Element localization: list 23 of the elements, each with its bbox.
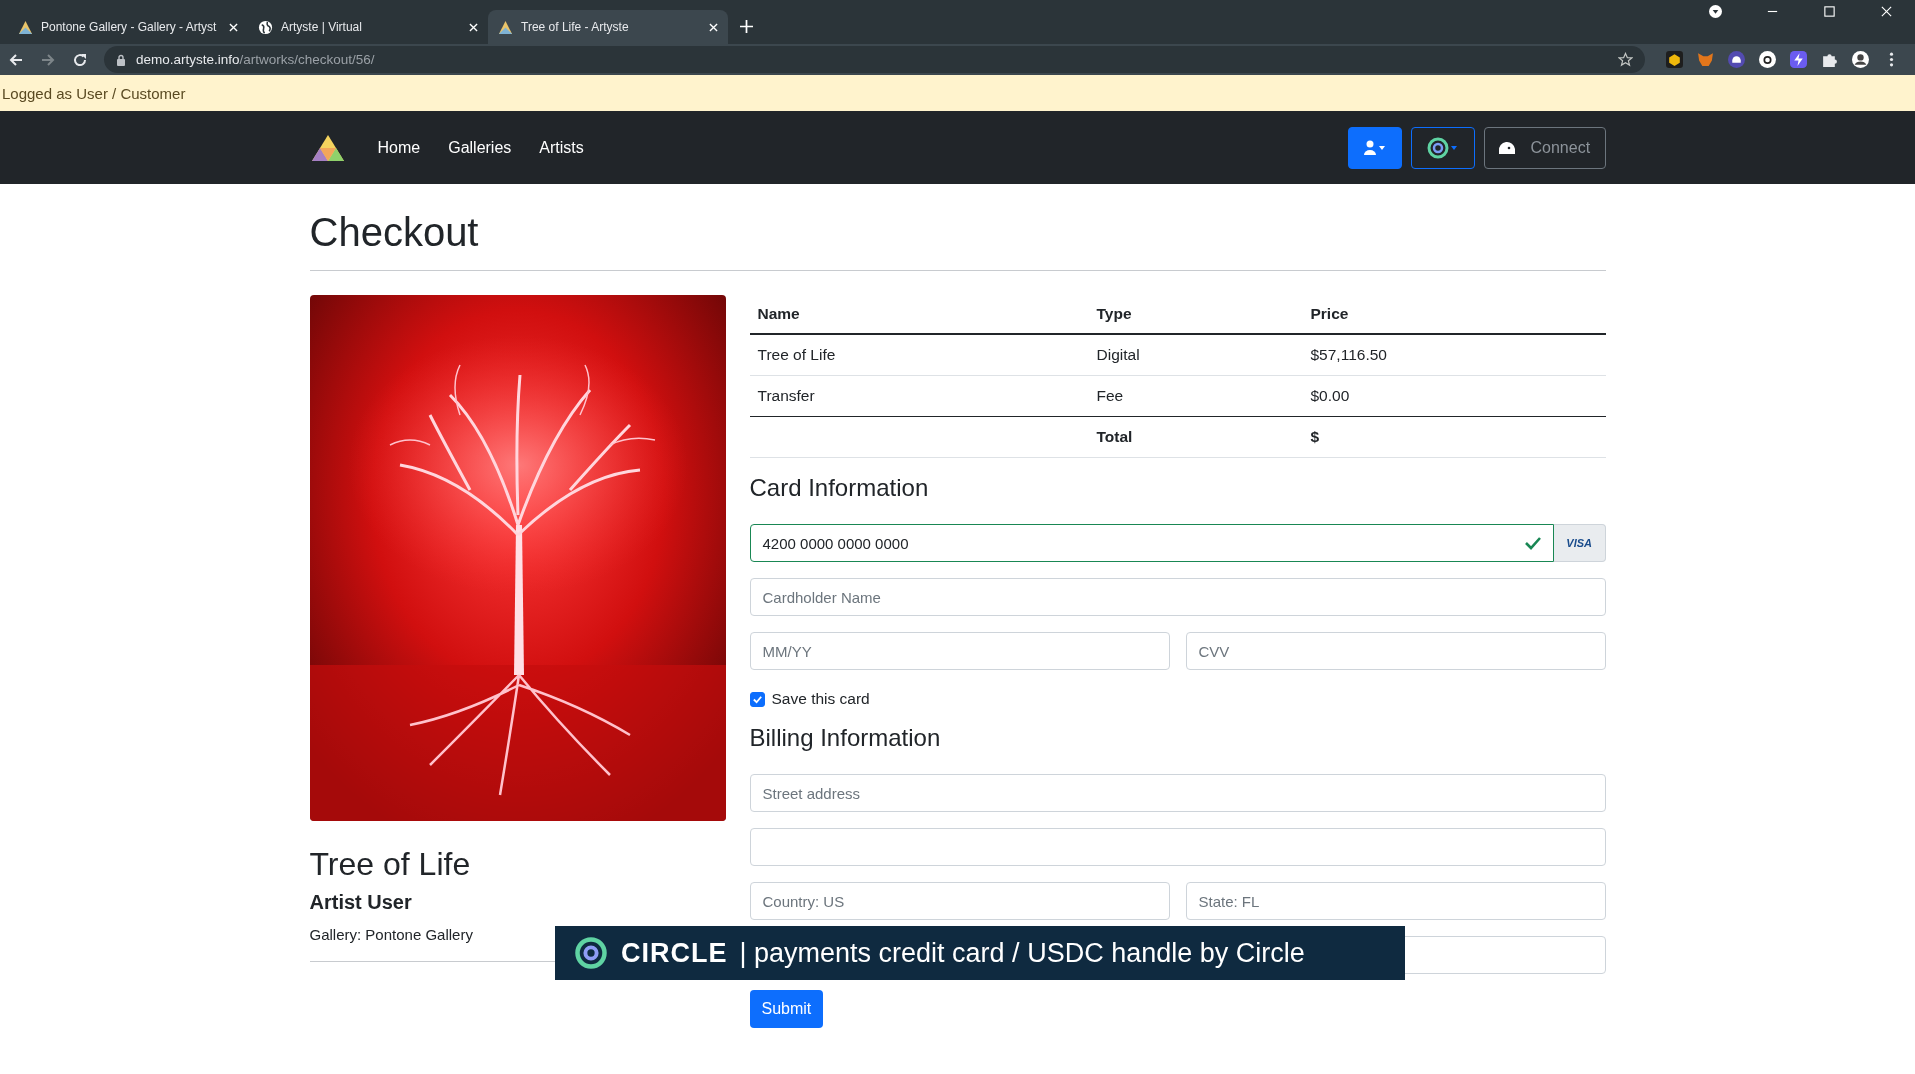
checkbox-label: Save this card — [771, 690, 870, 708]
table-cell: $0.00 — [1302, 375, 1606, 417]
column-header: Price — [1302, 295, 1606, 334]
notice-text: Logged as User / Customer — [2, 84, 186, 102]
table-cell: Tree of Life — [749, 334, 1089, 376]
table-cell: Fee — [1088, 375, 1303, 417]
caption-brand: CIRCLE — [621, 937, 728, 969]
url-text: demo.artyste.info/artworks/checkout/56/ — [136, 52, 375, 67]
total-value: $ — [1302, 416, 1606, 458]
total-label: Total — [1088, 416, 1303, 458]
table-cell: $57,116.50 — [1302, 334, 1606, 376]
artwork-title: Tree of Life — [309, 845, 472, 884]
artist-name: Artist User — [309, 891, 413, 915]
page-title: Checkout — [309, 209, 480, 256]
section-heading: Billing Information — [749, 724, 942, 752]
section-heading: Card Information — [749, 474, 930, 502]
column-header: Name — [749, 295, 1089, 334]
caption-text: | payments credit card / USDC handle by Circle — [739, 937, 1305, 969]
card-brand-label: VISA — [1553, 524, 1606, 562]
gallery-text: Gallery: Pontone Gallery — [309, 926, 474, 944]
table-cell: Transfer — [749, 375, 1089, 417]
column-header: Type — [1088, 295, 1303, 334]
table-cell: Digital — [1088, 334, 1303, 376]
